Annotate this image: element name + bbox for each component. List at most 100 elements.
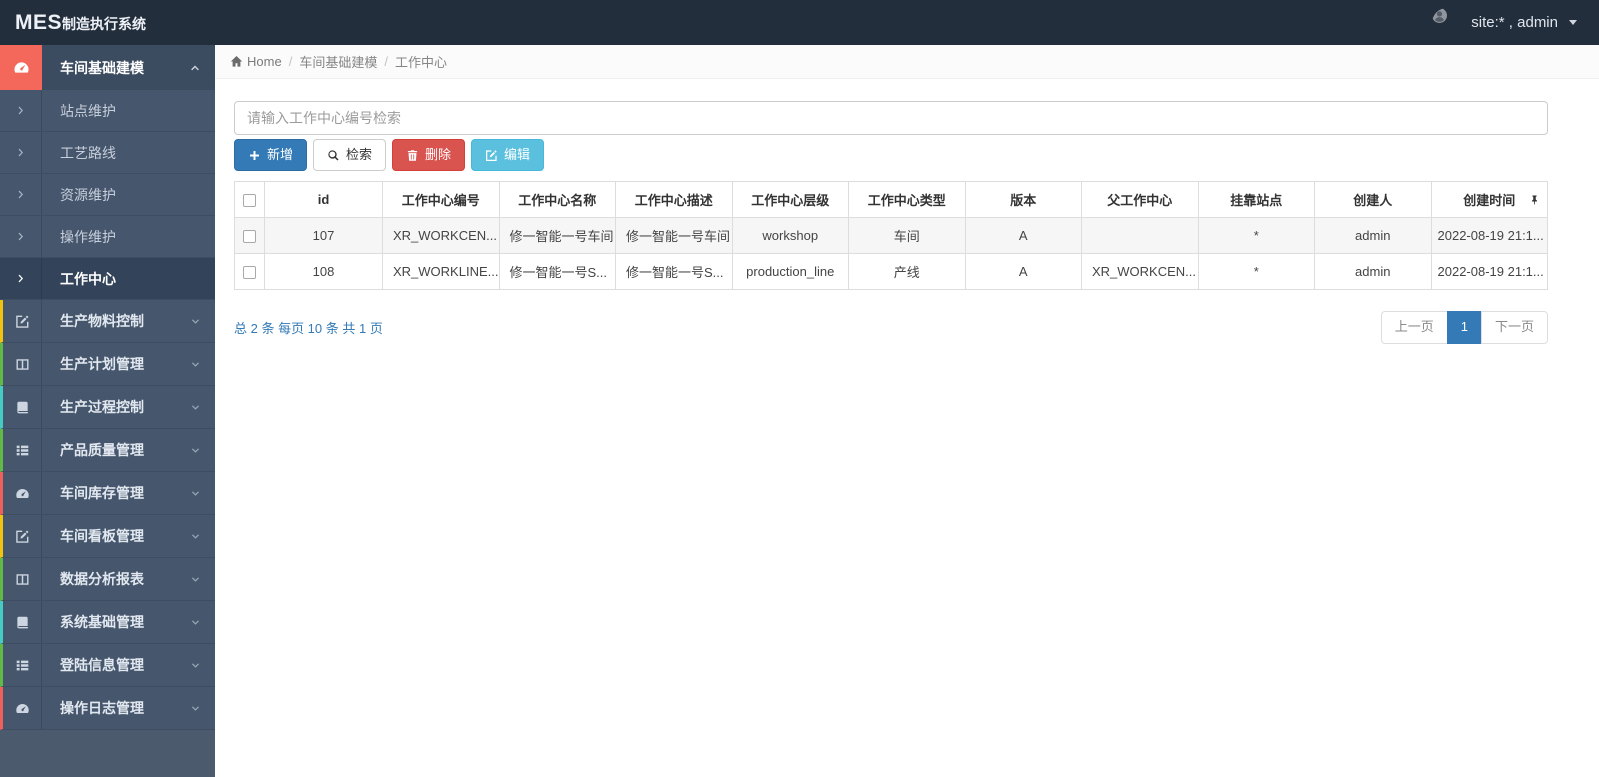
pin-icon <box>1529 194 1540 205</box>
sidebar-subitem[interactable]: 工艺路线 <box>0 132 215 174</box>
sidebar-subitem-label: 站点维护 <box>60 102 116 119</box>
sidebar-item-label: 系统基础管理 <box>60 614 144 630</box>
chevron-down-icon <box>190 359 201 370</box>
table-cell: 107 <box>264 217 383 255</box>
user-label: site:* , admin <box>1471 14 1558 31</box>
sidebar-item[interactable]: 登陆信息管理 <box>0 644 215 687</box>
chevron-down-icon <box>190 402 201 413</box>
search-input[interactable] <box>234 101 1548 135</box>
chevron-down-icon <box>190 316 201 327</box>
brand-mes: MES <box>15 10 63 34</box>
table-row: 108 XR_WORKLINE... 修一智能一号S... 修一智能一号S... pro… <box>234 253 1548 291</box>
row-select-cell <box>234 217 265 255</box>
plus-icon <box>248 149 261 162</box>
breadcrumb-level1[interactable]: 车间基础建模 <box>299 52 377 71</box>
table-cell: 108 <box>264 253 383 291</box>
tachometer-icon <box>3 687 42 729</box>
column-header: 工作中心编号 <box>382 181 500 219</box>
book-icon <box>3 601 42 643</box>
sidebar-item[interactable]: 车间库存管理 <box>0 472 215 515</box>
sidebar-subitem[interactable]: 工作中心 <box>0 258 215 300</box>
select-all-header-cell <box>234 181 265 219</box>
table-cell: workshop <box>731 217 849 255</box>
chevron-right-icon <box>0 258 42 299</box>
user-menu[interactable]: site:* , admin <box>1432 7 1599 38</box>
next-page-button[interactable]: 下一页 <box>1480 311 1548 344</box>
table-cell: * <box>1197 217 1315 255</box>
sidebar-item[interactable]: 系统基础管理 <box>0 601 215 644</box>
table-cell: 修一智能一号车间 <box>615 217 733 255</box>
sidebar-item[interactable]: 生产计划管理 <box>0 343 215 386</box>
breadcrumb-home[interactable]: Home <box>230 54 282 69</box>
search-button[interactable]: 检索 <box>313 139 387 172</box>
table-cell: 修一智能一号S... <box>498 253 616 291</box>
sidebar-group-workshop-modeling[interactable]: 车间基础建模 <box>0 45 215 90</box>
sidebar-item-label: 操作日志管理 <box>60 700 144 716</box>
edit-button[interactable]: 编辑 <box>471 139 545 172</box>
chevron-down-icon <box>190 703 201 714</box>
column-header: 挂靠站点 <box>1197 181 1315 219</box>
column-header: 工作中心描述 <box>615 181 733 219</box>
delete-button[interactable]: 删除 <box>392 139 466 172</box>
chevron-up-icon <box>189 62 201 74</box>
prev-page-button[interactable]: 上一页 <box>1380 311 1448 344</box>
sidebar-item-label: 车间库存管理 <box>60 485 144 501</box>
sidebar-subitem[interactable]: 资源维护 <box>0 174 215 216</box>
edit-icon <box>485 149 498 162</box>
table-cell <box>1081 217 1199 255</box>
sidebar-item[interactable]: 产品质量管理 <box>0 429 215 472</box>
breadcrumb: Home / 车间基础建模 / 工作中心 <box>215 45 1599 79</box>
sidebar-item[interactable]: 操作日志管理 <box>0 687 215 730</box>
sidebar-item[interactable]: 车间看板管理 <box>0 515 215 558</box>
tachometer-icon <box>0 45 42 90</box>
sidebar-group-label: 车间基础建模 <box>60 59 144 76</box>
table-cell: 修一智能一号S... <box>615 253 733 291</box>
select-all-checkbox[interactable] <box>243 194 256 208</box>
column-header: 工作中心类型 <box>848 181 966 219</box>
sidebar-subitem[interactable]: 站点维护 <box>0 90 215 132</box>
chevron-right-icon <box>0 174 42 215</box>
sidebar-subitem[interactable]: 操作维护 <box>0 216 215 258</box>
chevron-down-icon <box>190 488 201 499</box>
user-avatar <box>1432 7 1462 38</box>
tachometer-icon <box>3 472 42 514</box>
pagination-summary: 总 2 条 每页 10 条 共 1 页 <box>234 320 383 336</box>
sidebar-item-label: 生产过程控制 <box>60 399 144 415</box>
sidebar-item-label: 车间看板管理 <box>60 528 144 544</box>
sidebar-item[interactable]: 数据分析报表 <box>0 558 215 601</box>
top-navbar: MES制造执行系统 site:* , admin <box>0 0 1599 45</box>
sidebar-item-label: 生产物料控制 <box>60 313 144 329</box>
chevron-down-icon <box>190 531 201 542</box>
sidebar-item-label: 生产计划管理 <box>60 356 144 372</box>
row-checkbox[interactable] <box>243 266 256 280</box>
caret-down-icon <box>1569 20 1577 25</box>
page-1-button[interactable]: 1 <box>1446 311 1482 344</box>
chevron-right-icon <box>0 216 42 257</box>
chevron-down-icon <box>190 574 201 585</box>
app-logo[interactable]: MES制造执行系统 <box>0 11 215 35</box>
row-select-cell <box>234 253 265 291</box>
edit-icon <box>3 300 42 342</box>
add-button[interactable]: 新增 <box>234 139 308 172</box>
toolbar: 新增 检索 删除 编辑 <box>234 139 1548 172</box>
column-header: 工作中心层级 <box>731 181 849 219</box>
table-row: 107 XR_WORKCEN... 修一智能一号车间 修一智能一号车间 workshop… <box>234 217 1548 255</box>
sidebar-item[interactable]: 生产物料控制 <box>0 300 215 343</box>
column-header: 工作中心名称 <box>498 181 616 219</box>
sidebar-subitem-label: 工作中心 <box>60 270 116 287</box>
sidebar-item[interactable]: 生产过程控制 <box>0 386 215 429</box>
sidebar: 车间基础建模 站点维护工艺路线资源维护操作维护工作中心 生产物料控制 生产计划管理… <box>0 45 215 777</box>
table-cell: 2022-08-19 21:1... <box>1430 217 1548 255</box>
table-cell: XR_WORKCEN... <box>382 217 500 255</box>
sidebar-item-label: 数据分析报表 <box>60 571 144 587</box>
list-icon <box>3 429 42 471</box>
table-cell: XR_WORKCEN... <box>1081 253 1199 291</box>
row-checkbox[interactable] <box>243 230 256 244</box>
chevron-right-icon <box>0 132 42 173</box>
sidebar-subitem-label: 操作维护 <box>60 228 116 245</box>
edit-icon <box>3 515 42 557</box>
pagination: 上一页 1 下一页 <box>1380 311 1548 344</box>
chevron-down-icon <box>190 617 201 628</box>
sidebar-subitem-label: 资源维护 <box>60 186 116 203</box>
workcenter-table: id 工作中心编号 工作中心名称 工作中心描述 工作中心层级 工作中心类型 版本 父工作中心挂… <box>234 181 1548 291</box>
